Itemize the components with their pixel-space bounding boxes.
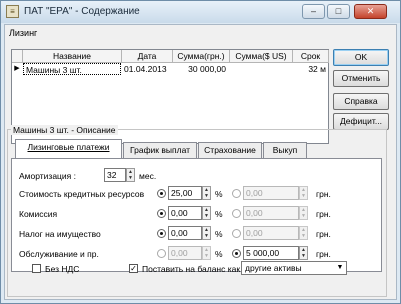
credit-cost-percent-unit: % [215,189,223,199]
service-uah-unit: грн. [316,249,331,259]
service-percent-spinner[interactable]: ▲ ▼ [202,246,211,260]
deficit-button[interactable]: Дефицит... [333,113,389,130]
property-tax-percent-spinner[interactable]: ▲ ▼ [202,226,211,240]
no-vat-checkbox[interactable] [32,264,41,273]
app-window: ≡ ПАТ "ЕРА" - Содержание – □ ✕ Лизинг На… [0,0,401,304]
chevron-down-icon[interactable]: ▼ [334,262,346,274]
service-uah-input[interactable]: 5 000,00 [243,246,299,260]
window-title: ПАТ "ЕРА" - Содержание [24,6,140,17]
credit-cost-uah-input[interactable]: 0,00 [243,186,299,200]
balance-asset-select[interactable]: другие активы ▼ [241,261,347,275]
tab-insurance[interactable]: Страхование [198,142,262,158]
radio-service-percent[interactable] [157,249,166,258]
amortization-unit: мес. [139,171,157,181]
property-tax-uah-input[interactable]: 0,00 [243,226,299,240]
table-header-indicator [12,50,23,63]
table-cell-sum-usd[interactable] [230,63,290,75]
minimize-button[interactable]: – [302,4,325,19]
radio-credit-cost-percent[interactable] [157,189,166,198]
column-header-term[interactable]: Срок [293,50,329,63]
row-label-commission: Комиссия [19,209,58,219]
row-indicator-icon: ▶ [14,65,20,72]
row-label-service: Обслуживание и пр. [19,249,99,259]
radio-commission-percent[interactable] [157,209,166,218]
maximize-button[interactable]: □ [327,4,350,19]
radio-service-uah[interactable] [232,249,241,258]
leasing-group-caption: Лизинг [9,28,38,38]
credit-cost-percent-input[interactable]: 25,00 [168,186,202,200]
commission-uah-unit: грн. [316,209,331,219]
radio-credit-cost-uah[interactable] [232,189,241,198]
table-cell-name[interactable]: Машины 3 шт. [23,63,121,75]
amortization-spinner[interactable]: ▲ ▼ [126,168,135,182]
service-percent-unit: % [215,249,223,259]
credit-cost-uah-spinner[interactable]: ▲ ▼ [299,186,308,200]
no-vat-label: Без НДС [45,264,80,274]
commission-percent-spinner[interactable]: ▲ ▼ [202,206,211,220]
description-caption: Машины 3 шт. - Описание [11,125,118,135]
property-tax-uah-spinner[interactable]: ▲ ▼ [299,226,308,240]
column-header-date[interactable]: Дата [122,50,173,63]
credit-cost-percent-spinner[interactable]: ▲ ▼ [202,186,211,200]
table-cell-term[interactable]: 32 м [293,63,326,75]
balance-checkbox[interactable]: ✓ [129,264,138,273]
column-header-sum-usd[interactable]: Сумма($ US) [230,50,293,63]
column-header-name[interactable]: Название [23,50,122,63]
radio-property-tax-percent[interactable] [157,229,166,238]
property-tax-percent-unit: % [215,229,223,239]
amortization-label: Амортизация : [19,171,76,181]
tab-payment-schedule[interactable]: График выплат [123,142,197,158]
help-button[interactable]: Справка [333,93,389,110]
service-percent-input[interactable]: 0,00 [168,246,202,260]
commission-uah-spinner[interactable]: ▲ ▼ [299,206,308,220]
column-header-sum-uah[interactable]: Сумма(грн.) [173,50,230,63]
service-uah-spinner[interactable]: ▲ ▼ [299,246,308,260]
row-label-credit-cost: Стоимость кредитных ресурсов [19,189,145,199]
title-bar[interactable]: ≡ ПАТ "ЕРА" - Содержание – □ ✕ [1,1,400,23]
radio-property-tax-uah[interactable] [232,229,241,238]
table-cell-date[interactable]: 01.04.2013 [124,63,172,75]
property-tax-percent-input[interactable]: 0,00 [168,226,202,240]
tab-leasing-payments-label: Лизинговые платежи [27,142,110,152]
app-icon: ≡ [6,5,19,18]
tab-leasing-payments[interactable]: Лизинговые платежи [15,139,122,159]
credit-cost-uah-unit: грн. [316,189,331,199]
leasing-payments-panel: Амортизация : 32 ▲ ▼ мес. Стоимость креди… [11,158,382,272]
amortization-input[interactable]: 32 [104,168,126,182]
tab-buyout[interactable]: Выкуп [263,142,307,158]
table-cell-sum-uah[interactable]: 30 000,00 [173,63,226,75]
radio-commission-uah[interactable] [232,209,241,218]
commission-percent-unit: % [215,209,223,219]
row-label-property-tax: Налог на имущество [19,229,101,239]
ok-button[interactable]: OK [333,49,389,66]
property-tax-uah-unit: грн. [316,229,331,239]
close-button[interactable]: ✕ [354,4,387,19]
balance-asset-select-value: другие активы [245,263,302,273]
commission-percent-input[interactable]: 0,00 [168,206,202,220]
commission-uah-input[interactable]: 0,00 [243,206,299,220]
cancel-button[interactable]: Отменить [333,70,389,87]
balance-label: Поставить на баланс как [142,264,241,274]
